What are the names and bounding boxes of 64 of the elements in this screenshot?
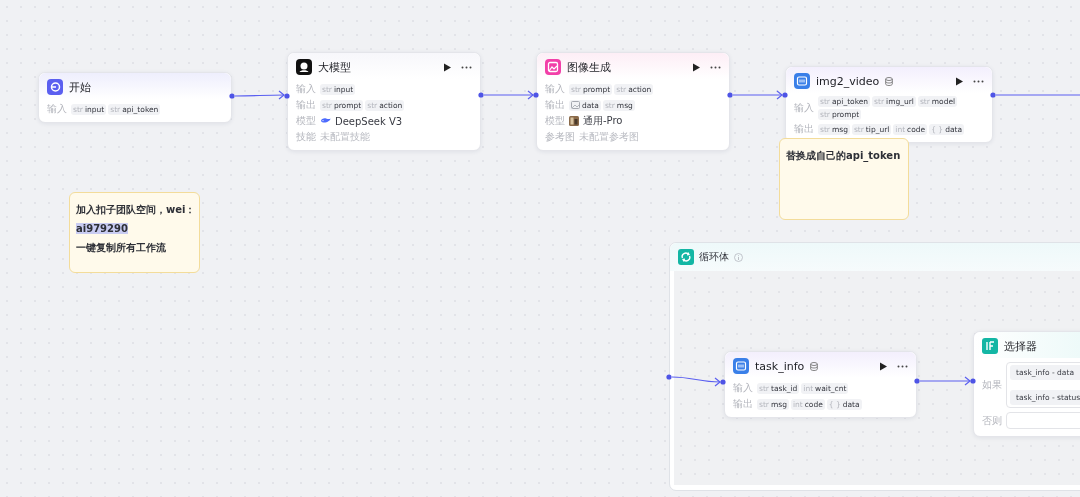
port-dot[interactable]: [533, 92, 539, 98]
node-title: 开始: [69, 79, 91, 95]
connector-arrow: [732, 90, 783, 100]
port-dot[interactable]: [914, 378, 920, 384]
port-dot[interactable]: [727, 92, 733, 98]
field-label: 模型: [296, 114, 316, 128]
database-icon: [810, 361, 819, 371]
port-dot[interactable]: [284, 93, 290, 99]
play-icon[interactable]: [443, 62, 451, 72]
more-icon[interactable]: [973, 79, 984, 83]
field-label: 模型: [545, 114, 565, 128]
model-name: DeepSeek V3: [335, 115, 403, 127]
field-label: 输入: [545, 82, 565, 96]
port-dot[interactable]: [782, 92, 788, 98]
field-label: 输出: [545, 98, 565, 112]
note-text: 加入扣子团队空间，wei：: [76, 204, 196, 215]
play-icon[interactable]: [879, 361, 887, 371]
port-dot[interactable]: [478, 92, 484, 98]
port-dot[interactable]: [229, 93, 235, 99]
image-icon: [571, 101, 580, 109]
info-icon: [734, 252, 743, 262]
branch-icon: [982, 338, 998, 354]
field-label: 否则: [982, 413, 1002, 428]
connector-arrow: [483, 90, 534, 100]
node-title: 大模型: [318, 59, 351, 75]
port-dot[interactable]: [666, 374, 672, 380]
model-name: 通用-Pro: [583, 114, 623, 128]
connector-arrow: [919, 376, 971, 386]
connector-arrow: [671, 376, 721, 387]
port-dot[interactable]: [990, 92, 996, 98]
note-text: ai979290: [76, 223, 128, 234]
more-icon[interactable]: [461, 65, 472, 69]
play-icon[interactable]: [955, 76, 963, 86]
port-dot[interactable]: [970, 378, 976, 384]
robot-icon: [296, 59, 312, 75]
note-text: 一键复制所有工作流: [76, 242, 166, 253]
field-label: 输出: [733, 397, 753, 411]
field-label: 输入: [733, 381, 753, 395]
field-label: 输入: [296, 82, 316, 96]
loop-icon: [678, 249, 694, 265]
field-label: 如果: [982, 378, 1002, 392]
port-dot[interactable]: [720, 379, 726, 385]
node-title: 循环体: [699, 250, 729, 264]
whale-icon: [320, 117, 331, 125]
connector-arrow: [234, 90, 285, 100]
node-title: img2_video: [816, 74, 880, 88]
plugin-icon: [733, 358, 749, 374]
field-label: 技能: [296, 130, 316, 144]
thumbnail-icon: [569, 116, 579, 126]
field-label: 输入: [794, 101, 814, 115]
plugin-icon: [794, 73, 810, 89]
image-icon: [545, 59, 561, 75]
node-title: 选择器: [1004, 338, 1037, 354]
field-label: 输入: [47, 102, 67, 116]
database-icon: [885, 76, 894, 86]
more-icon[interactable]: [710, 65, 721, 69]
node-title: task_info: [755, 359, 805, 373]
more-icon[interactable]: [897, 364, 908, 368]
note-text: 替换成自己的api_token: [786, 150, 901, 161]
field-label: 输出: [794, 122, 814, 136]
play-icon[interactable]: [692, 62, 700, 72]
field-label: 参考图: [545, 130, 575, 144]
node-title: 图像生成: [567, 59, 611, 75]
field-label: 输出: [296, 98, 316, 112]
